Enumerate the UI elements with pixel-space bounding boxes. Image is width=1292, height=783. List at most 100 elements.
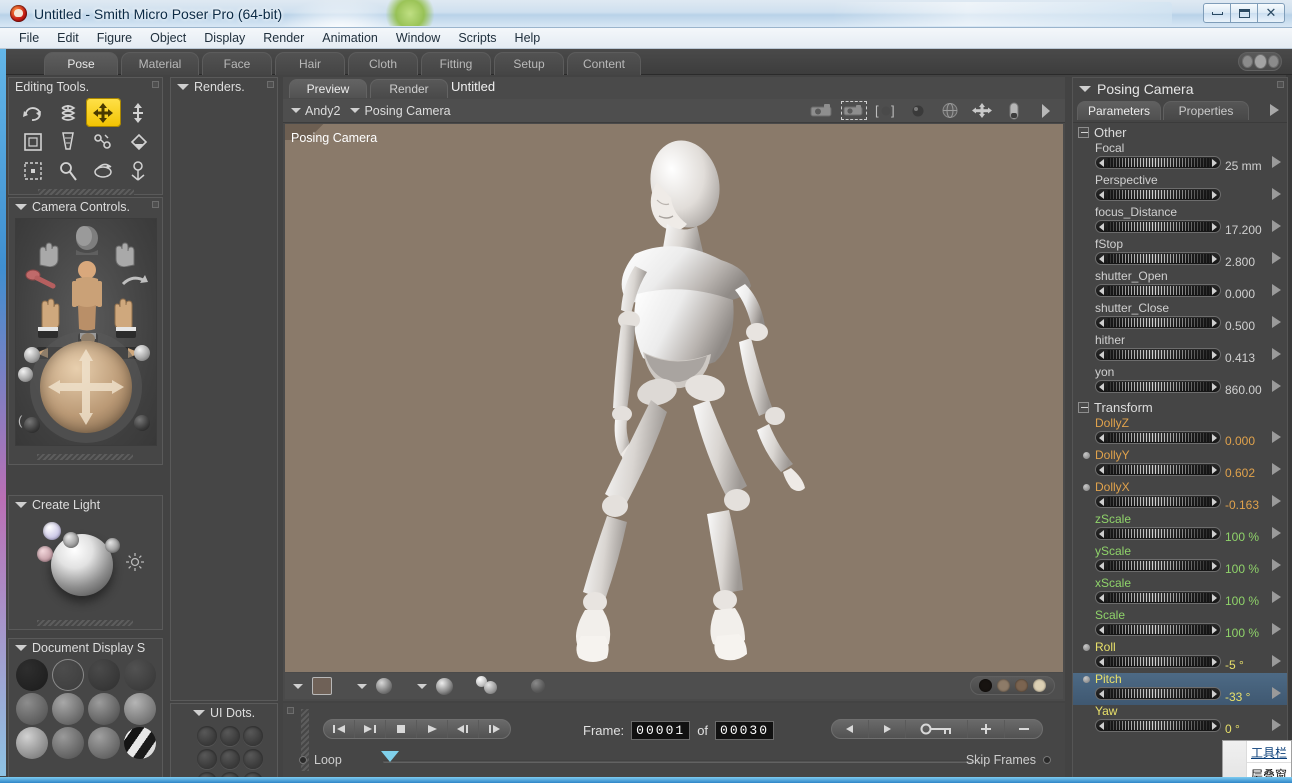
parameter-value[interactable]: -5 ° <box>1225 658 1244 672</box>
parameter-row-shutter_close[interactable]: shutter_Close0.500 <box>1073 302 1287 334</box>
dial-left-arrow-icon[interactable] <box>1099 255 1104 263</box>
parameter-dial[interactable] <box>1095 348 1221 361</box>
scale-tool[interactable] <box>15 127 50 156</box>
parameter-dial[interactable] <box>1095 156 1221 169</box>
eye-toggle-icon[interactable] <box>1238 52 1282 71</box>
panel-handle[interactable] <box>37 454 133 460</box>
roll-camera-icon[interactable] <box>18 367 33 382</box>
view-magnifier-tool[interactable] <box>86 156 121 185</box>
room-tab-cloth[interactable]: Cloth <box>348 52 418 75</box>
parameter-value[interactable]: 860.00 <box>1225 383 1262 397</box>
menu-animation[interactable]: Animation <box>313 29 387 47</box>
parameter-value[interactable]: 0.602 <box>1225 466 1255 480</box>
breadcrumb-figure[interactable]: Andy2 <box>305 104 340 118</box>
parameter-value[interactable]: 2.800 <box>1225 255 1255 269</box>
dial-right-arrow-icon[interactable] <box>1212 626 1217 634</box>
dial-right-arrow-icon[interactable] <box>1212 690 1217 698</box>
dial-left-arrow-icon[interactable] <box>1099 191 1104 199</box>
parameter-value[interactable]: 0 ° <box>1225 722 1240 736</box>
dial-right-arrow-icon[interactable] <box>1212 319 1217 327</box>
parameter-expand-arrow-icon[interactable] <box>1272 220 1281 232</box>
camera-dashed-icon[interactable] <box>841 101 867 120</box>
color-swatch-2[interactable] <box>1015 679 1028 692</box>
dial-right-arrow-icon[interactable] <box>1212 498 1217 506</box>
parameter-row-yscale[interactable]: yScale100 % <box>1073 545 1287 577</box>
timeline-handle[interactable] <box>381 751 399 762</box>
dial-right-arrow-icon[interactable] <box>1212 594 1217 602</box>
right-hand-camera-icon[interactable] <box>114 241 140 267</box>
translate-inout-tool[interactable] <box>121 98 156 127</box>
parameter-group-other[interactable]: Other <box>1073 123 1287 142</box>
prev-key-button[interactable] <box>832 720 869 738</box>
menu-display[interactable]: Display <box>195 29 254 47</box>
collapse-triangle-icon[interactable] <box>177 84 189 90</box>
dial-right-arrow-icon[interactable] <box>1212 223 1217 231</box>
dropdown-arrow-icon[interactable] <box>357 684 367 689</box>
dial-left-arrow-icon[interactable] <box>1099 287 1104 295</box>
parameter-expand-arrow-icon[interactable] <box>1272 687 1281 699</box>
dial-left-arrow-icon[interactable] <box>1099 594 1104 602</box>
parameter-dial[interactable] <box>1095 559 1221 572</box>
flat-shaded-style[interactable] <box>52 693 84 725</box>
skip-frames-control[interactable]: Skip Frames <box>966 753 1051 767</box>
room-tab-pose[interactable]: Pose <box>44 52 118 75</box>
parameter-row-scale[interactable]: Scale100 % <box>1073 609 1287 641</box>
focal-ball-icon[interactable] <box>134 345 150 361</box>
document-style-icon[interactable] <box>312 677 332 695</box>
posing-camera-icon[interactable] <box>70 261 104 333</box>
move-cross-icon[interactable] <box>969 101 995 120</box>
parameter-dial[interactable] <box>1095 220 1221 233</box>
parameter-value[interactable]: 0.500 <box>1225 319 1255 333</box>
go-to-end-button[interactable] <box>355 720 386 738</box>
remove-key-button[interactable] <box>1005 720 1042 738</box>
parameter-expand-arrow-icon[interactable] <box>1272 463 1281 475</box>
image-light-icon[interactable] <box>37 546 53 562</box>
thumb-icon[interactable] <box>1001 101 1027 120</box>
silhouette-style[interactable] <box>16 659 48 691</box>
dial-left-arrow-icon[interactable] <box>1099 223 1104 231</box>
menu-object[interactable]: Object <box>141 29 195 47</box>
close-button[interactable]: ✕ <box>1257 3 1285 23</box>
parameter-row-zscale[interactable]: zScale100 % <box>1073 513 1287 545</box>
parameter-row-dollyz[interactable]: DollyZ0.000 <box>1073 417 1287 449</box>
ui-dot[interactable] <box>243 749 263 769</box>
parameter-dial[interactable] <box>1095 188 1221 201</box>
translate-pull-tool[interactable] <box>86 98 121 127</box>
collapse-box-icon[interactable] <box>1078 127 1089 138</box>
menu-render[interactable]: Render <box>254 29 313 47</box>
dial-right-arrow-icon[interactable] <box>1212 191 1217 199</box>
panel-gripper[interactable] <box>267 81 274 88</box>
spot-light-icon[interactable] <box>63 532 79 548</box>
parameter-dial[interactable] <box>1095 463 1221 476</box>
go-to-start-button[interactable] <box>324 720 355 738</box>
parameter-dial[interactable] <box>1095 591 1221 604</box>
parameter-dial[interactable] <box>1095 495 1221 508</box>
dial-left-arrow-icon[interactable] <box>1099 319 1104 327</box>
collapse-triangle-icon[interactable] <box>1079 86 1091 92</box>
ui-dot[interactable] <box>220 749 240 769</box>
hidden-line-style[interactable] <box>124 659 156 691</box>
parameter-expand-arrow-icon[interactable] <box>1272 156 1281 168</box>
dial-left-arrow-icon[interactable] <box>1099 530 1104 538</box>
step-forward-button[interactable] <box>479 720 510 738</box>
light-bracket-icon[interactable]: [] <box>873 101 899 120</box>
infinite-light-icon[interactable] <box>105 538 120 553</box>
multi-sphere-icon[interactable] <box>476 676 504 696</box>
chevron-down-icon[interactable] <box>291 108 301 113</box>
dial-right-arrow-icon[interactable] <box>1212 562 1217 570</box>
parameter-row-perspective[interactable]: Perspective <box>1073 174 1287 206</box>
parameter-dial[interactable] <box>1095 623 1221 636</box>
parameter-expand-arrow-icon[interactable] <box>1272 559 1281 571</box>
scale-camera-icon[interactable] <box>24 347 40 363</box>
menu-scripts[interactable]: Scripts <box>449 29 505 47</box>
texture-lined-style[interactable] <box>88 727 120 759</box>
parameter-expand-arrow-icon[interactable] <box>1272 380 1281 392</box>
ui-dot[interactable] <box>197 749 217 769</box>
cartoon-style[interactable] <box>124 727 156 759</box>
small-dark-ball-right[interactable] <box>134 415 150 431</box>
camera-icon[interactable] <box>809 101 835 120</box>
next-arrow-icon[interactable] <box>1033 101 1059 120</box>
skip-frames-radio[interactable] <box>1043 756 1051 764</box>
dropdown-arrow-icon[interactable] <box>293 684 303 689</box>
parameter-expand-arrow-icon[interactable] <box>1272 316 1281 328</box>
